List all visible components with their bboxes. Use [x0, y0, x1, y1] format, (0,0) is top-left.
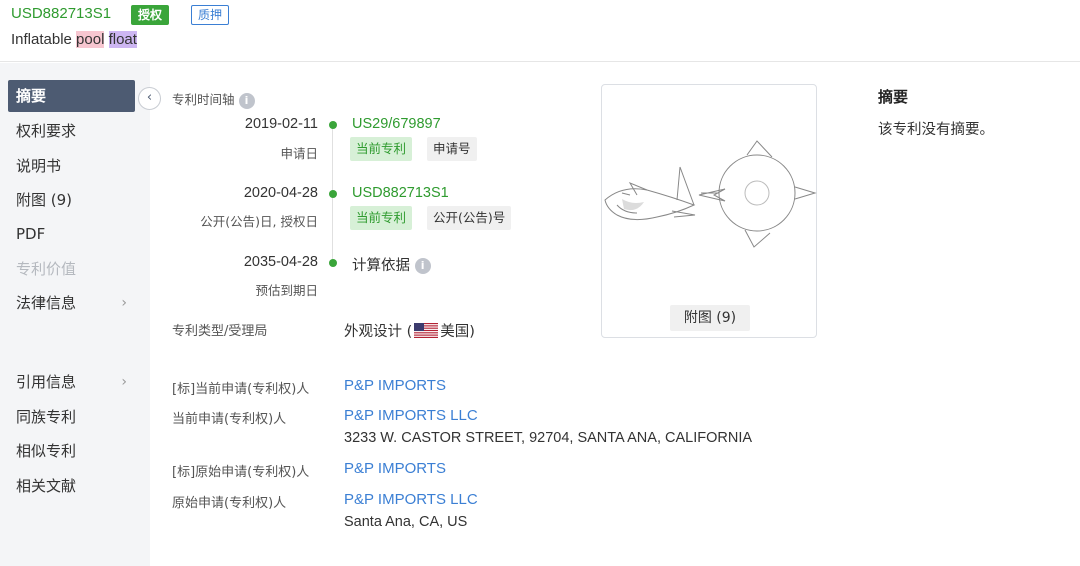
sidebar-item-description[interactable]: 说明书: [8, 150, 135, 182]
publication-number-chip: 公开(公告)号: [427, 206, 512, 230]
current-applicant-address: 3233 W. CASTOR STREET, 92704, SANTA ANA,…: [344, 430, 753, 446]
sidebar-item-label: 权利要求: [16, 122, 77, 140]
sidebar-item-label: PDF: [16, 225, 46, 243]
sidebar-item-label: 同族专利: [16, 408, 77, 426]
abstract-title: 摘要: [878, 88, 909, 106]
std-original-applicant-label: [标]原始申请(专利权)人: [172, 465, 310, 480]
timeline-label: 专利时间轴 i: [172, 89, 255, 109]
current-patent-chip: 当前专利: [350, 137, 413, 161]
timeline-dot: [329, 259, 337, 267]
current-applicant-label: 当前申请(专利权)人: [172, 412, 287, 427]
sidebar-item-abstract[interactable]: 摘要: [8, 80, 135, 112]
sidebar-item-label: 相似专利: [16, 442, 77, 460]
sidebar-item-claims[interactable]: 权利要求: [8, 115, 135, 147]
calculation-basis-text: 计算依据: [352, 258, 410, 274]
timeline-dot: [329, 190, 337, 198]
application-date-label: 申请日: [280, 146, 318, 161]
expiry-date-label: 预估到期日: [255, 283, 318, 298]
title-highlight-pool: pool: [76, 31, 105, 48]
title-space: [104, 31, 108, 48]
expiry-date: 2035-04-28: [243, 254, 318, 270]
publication-date-label: 公开(公告)日, 授权日: [200, 214, 318, 229]
patent-type-label: 专利类型/受理局: [172, 324, 268, 339]
sidebar-item-label: 法律信息: [16, 294, 77, 312]
application-number-chip: 申请号: [427, 137, 477, 161]
sidebar-item-similar[interactable]: 相似专利: [8, 435, 135, 467]
patent-number[interactable]: USD882713S1: [11, 5, 111, 22]
sidebar-item-label: 专利价值: [16, 260, 77, 278]
original-applicant-label: 原始申请(专利权)人: [172, 496, 287, 511]
figure-thumbnail[interactable]: [601, 84, 817, 338]
std-current-applicant-link[interactable]: P&P IMPORTS: [344, 377, 446, 394]
collapse-sidebar-icon[interactable]: ‹: [138, 87, 161, 110]
sidebar-item-related-docs[interactable]: 相关文献: [8, 470, 135, 502]
title-highlight-float: float: [108, 31, 137, 48]
sidebar-item-label: 摘要: [16, 87, 47, 105]
timeline-label-text: 专利时间轴: [172, 92, 235, 107]
pool-float-drawing: [604, 140, 817, 248]
application-number-link[interactable]: US29/679897: [352, 116, 441, 132]
sidebar-item-pdf[interactable]: PDF: [8, 218, 135, 250]
chevron-right-icon: ›: [121, 374, 127, 390]
original-applicant-address: Santa Ana, CA, US: [344, 514, 468, 530]
granted-badge: 授权: [131, 5, 170, 25]
sidebar-item-family[interactable]: 同族专利: [8, 401, 135, 433]
patent-type-text: 外观设计 (: [344, 324, 413, 340]
pledge-badge: 质押: [191, 5, 230, 25]
calculation-basis: 计算依据 i: [352, 254, 431, 275]
original-applicant-link[interactable]: P&P IMPORTS LLC: [344, 491, 478, 508]
figures-button[interactable]: 附图 (9): [670, 305, 750, 331]
abstract-text: 该专利没有摘要。: [878, 122, 994, 138]
sidebar: 摘要 权利要求 说明书 附图 (9) PDF 专利价值 法律信息 › 引用信息 › …: [0, 63, 150, 566]
publication-date: 2020-04-28: [243, 185, 318, 201]
sidebar-item-label: 相关文献: [16, 477, 77, 495]
sidebar-item-patent-value: 专利价值: [8, 253, 135, 285]
info-icon[interactable]: i: [238, 92, 255, 109]
sidebar-item-legal-info[interactable]: 法律信息 ›: [8, 287, 135, 319]
patent-title: Inflatable pool float: [11, 31, 137, 48]
info-icon[interactable]: i: [414, 258, 431, 274]
timeline-dot: [329, 121, 337, 129]
current-applicant-link[interactable]: P&P IMPORTS LLC: [344, 407, 478, 424]
sidebar-item-label: 引用信息: [16, 373, 77, 391]
publication-number-link[interactable]: USD882713S1: [352, 185, 449, 201]
us-flag-icon: [414, 323, 439, 338]
patent-header: USD882713S1 授权 质押 Inflatable pool float: [0, 0, 1080, 62]
country-text: 美国): [440, 324, 475, 340]
application-date: 2019-02-11: [244, 116, 318, 132]
title-text: Inflatable: [11, 31, 77, 48]
std-original-applicant-link[interactable]: P&P IMPORTS: [344, 460, 446, 477]
sidebar-item-figures[interactable]: 附图 (9): [8, 184, 135, 216]
sidebar-item-label: 附图 (9): [16, 191, 73, 209]
current-patent-chip: 当前专利: [350, 206, 413, 230]
chevron-right-icon: ›: [121, 295, 127, 311]
sidebar-item-citations[interactable]: 引用信息 ›: [8, 366, 135, 398]
std-current-applicant-label: [标]当前申请(专利权)人: [172, 382, 310, 397]
sidebar-item-label: 说明书: [16, 157, 62, 175]
patent-type-value: 外观设计 ( 美国): [344, 320, 475, 341]
